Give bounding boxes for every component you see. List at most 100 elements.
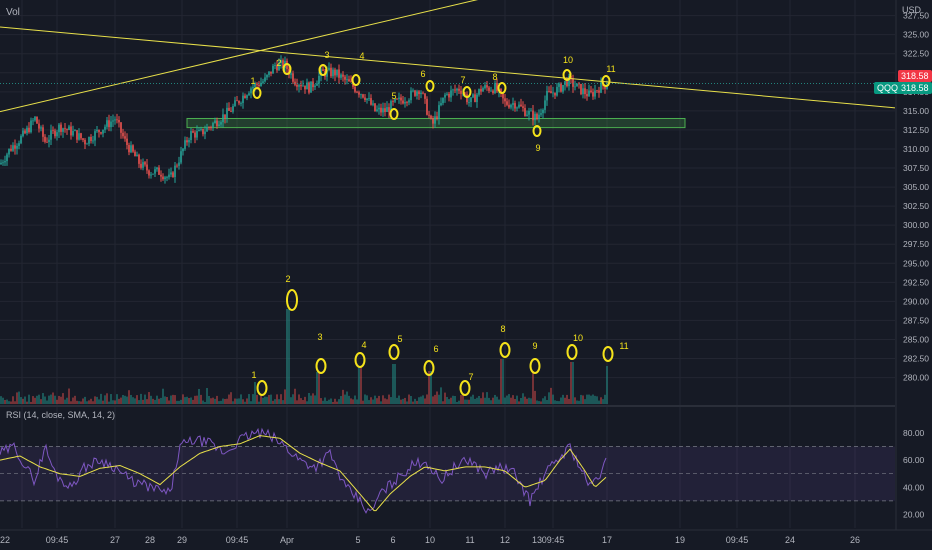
volume-bar xyxy=(158,398,160,404)
candle-body xyxy=(66,129,68,130)
candle-body xyxy=(100,132,102,134)
volume-bar xyxy=(582,395,584,404)
volume-bar xyxy=(448,399,450,404)
candle-body xyxy=(554,92,556,96)
volume-bar xyxy=(558,401,560,404)
volume-bar xyxy=(80,401,82,404)
volume-bar xyxy=(8,401,10,404)
candle-body xyxy=(240,103,242,104)
volume-bar xyxy=(534,390,536,404)
candle-body xyxy=(332,69,334,77)
volume-annotation-number: 9 xyxy=(532,341,537,351)
volume-bar xyxy=(604,394,606,404)
volume-bar xyxy=(314,395,316,404)
volume-bar xyxy=(30,401,32,404)
volume-bar xyxy=(4,399,6,404)
volume-bar xyxy=(256,394,258,404)
candle-body xyxy=(46,141,48,143)
candle-body xyxy=(188,140,190,143)
volume-bar xyxy=(126,396,128,404)
volume-bar xyxy=(32,396,34,404)
candle-body xyxy=(380,107,382,113)
volume-bar xyxy=(410,396,412,404)
candle-body xyxy=(60,124,62,132)
candle-body xyxy=(142,162,144,168)
volume-bar xyxy=(552,394,554,404)
candle-body xyxy=(594,90,596,97)
volume-bar xyxy=(20,397,22,404)
candle-body xyxy=(360,94,362,96)
volume-bar xyxy=(338,399,340,404)
volume-bar xyxy=(360,366,362,404)
time-axis-label: 11 xyxy=(465,535,474,545)
time-axis-label: 6 xyxy=(390,535,395,545)
rsi-tick-label: 20.00 xyxy=(903,509,925,519)
price-tick-label: 285.00 xyxy=(903,334,929,344)
volume-bar xyxy=(106,393,108,404)
volume-bar xyxy=(64,399,66,404)
candle-body xyxy=(346,79,348,81)
volume-bar xyxy=(122,395,124,404)
candle-body xyxy=(220,122,222,125)
candle-body xyxy=(114,119,116,121)
candle-body xyxy=(374,103,376,112)
time-axis-label: 13 xyxy=(532,535,542,545)
candle-body xyxy=(438,105,440,119)
volume-bar xyxy=(388,394,390,404)
price-annotation-number: 8 xyxy=(492,72,497,82)
candle-body xyxy=(40,127,42,129)
volume-bar xyxy=(134,398,136,404)
candle-body xyxy=(126,138,128,145)
candle-body xyxy=(30,120,32,133)
volume-bar xyxy=(452,395,454,404)
volume-bar xyxy=(446,396,448,404)
candle-body xyxy=(370,98,372,105)
candle-body xyxy=(118,119,120,123)
volume-bar xyxy=(112,400,114,404)
candle-body xyxy=(266,74,268,78)
volume-bar xyxy=(496,396,498,404)
volume-bar xyxy=(342,389,344,404)
volume-bar xyxy=(370,397,372,404)
candle-body xyxy=(222,114,224,123)
volume-bar xyxy=(258,401,260,404)
volume-bar xyxy=(586,394,588,404)
candle-body xyxy=(548,90,550,92)
support-zone-rectangle xyxy=(186,117,686,129)
candle-body xyxy=(314,85,316,88)
volume-bar xyxy=(336,401,338,404)
volume-bar xyxy=(538,401,540,404)
candle-body xyxy=(224,114,226,119)
volume-bar xyxy=(544,396,546,404)
volume-bar xyxy=(532,371,534,404)
candle-body xyxy=(4,161,6,163)
volume-bar xyxy=(466,399,468,404)
volume-bar xyxy=(140,393,142,404)
volume-bar xyxy=(288,309,290,404)
volume-bar xyxy=(110,394,112,404)
candle-body xyxy=(422,92,424,94)
candle-body xyxy=(238,100,240,104)
candle-body xyxy=(76,130,78,140)
volume-bar xyxy=(62,393,64,404)
rsi-tick-label: 80.00 xyxy=(903,428,925,438)
candle-body xyxy=(216,120,218,127)
volume-bar xyxy=(548,392,550,404)
time-axis-label: 10 xyxy=(425,535,435,545)
volume-bar xyxy=(308,392,310,404)
price-chart[interactable]: 327.50325.00322.50320.00317.50315.00312.… xyxy=(0,0,932,550)
volume-bar xyxy=(416,400,418,404)
candle-body xyxy=(230,110,232,112)
rsi-legend-label[interactable]: RSI (14, close, SMA, 14, 2) xyxy=(6,410,115,420)
candle-body xyxy=(200,128,202,130)
candle-body xyxy=(440,103,442,106)
volume-bar xyxy=(592,394,594,404)
volume-bar xyxy=(528,397,530,404)
volume-bar xyxy=(82,398,84,404)
volume-bar xyxy=(432,396,434,404)
candle-body xyxy=(534,113,536,121)
candle-body xyxy=(258,84,260,87)
candle-body xyxy=(292,73,294,82)
candle-body xyxy=(474,94,476,103)
volume-bar xyxy=(404,397,406,404)
